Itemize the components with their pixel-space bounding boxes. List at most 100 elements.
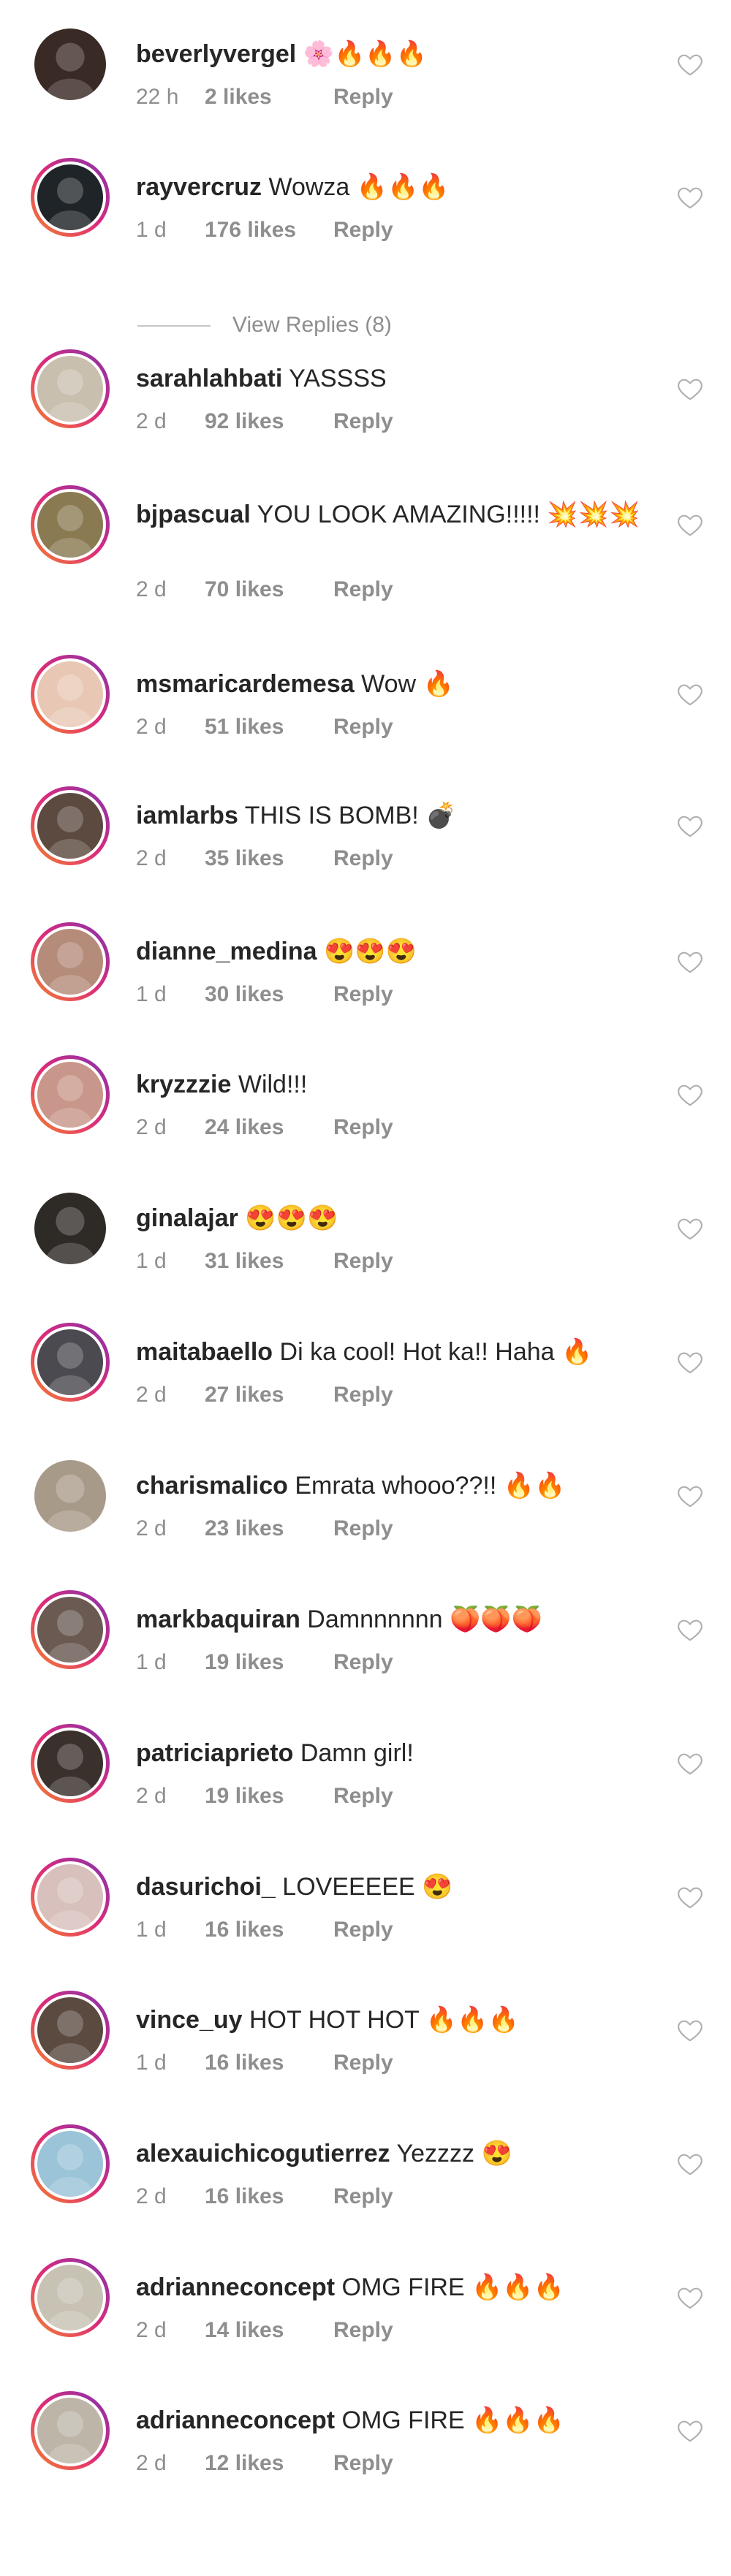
comment-likes[interactable]: 16 likes xyxy=(205,2184,333,2209)
comment-likes[interactable]: 31 likes xyxy=(205,1249,333,1274)
reply-button[interactable]: Reply xyxy=(333,982,393,1007)
comment-username[interactable]: beverlyvergel xyxy=(136,40,296,68)
reply-button[interactable]: Reply xyxy=(333,1516,393,1541)
comment-row: patriciaprieto Damn girl! 2 d 19 likes Repl… xyxy=(0,1706,731,1839)
comment-likes[interactable]: 14 likes xyxy=(205,2318,333,2343)
avatar[interactable] xyxy=(31,1590,110,1669)
heart-outline-icon[interactable] xyxy=(675,947,705,976)
comment-likes[interactable]: 51 likes xyxy=(205,715,333,740)
heart-outline-icon[interactable] xyxy=(675,2015,705,2045)
heart-outline-icon[interactable] xyxy=(675,1882,705,1912)
comment-username[interactable]: adrianneconcept xyxy=(136,2406,335,2434)
reply-button[interactable]: Reply xyxy=(333,1918,393,1942)
avatar[interactable] xyxy=(31,349,110,428)
comment-likes[interactable]: 16 likes xyxy=(205,2051,333,2075)
comment-likes[interactable]: 70 likes xyxy=(205,577,333,602)
comment-likes[interactable]: 12 likes xyxy=(205,2451,333,2476)
comment-username[interactable]: adrianneconcept xyxy=(136,2273,335,2301)
heart-outline-icon[interactable] xyxy=(675,2416,705,2445)
reply-button[interactable]: Reply xyxy=(333,1115,393,1140)
comment-likes[interactable]: 176 likes xyxy=(205,218,333,243)
avatar[interactable] xyxy=(31,1456,110,1535)
reply-button[interactable]: Reply xyxy=(333,85,393,110)
comment-username[interactable]: bjpascual xyxy=(136,501,251,528)
comment-likes[interactable]: 24 likes xyxy=(205,1115,333,1140)
heart-outline-icon[interactable] xyxy=(675,680,705,709)
heart-outline-icon[interactable] xyxy=(675,2283,705,2312)
reply-button[interactable]: Reply xyxy=(333,2451,393,2476)
comment-meta: 2 d 24 likes Reply xyxy=(136,1115,393,1140)
comment-username[interactable]: rayvercruz xyxy=(136,173,262,201)
comment-body: charismalico Emrata whooo??!! 🔥🔥 xyxy=(136,1468,648,1503)
comment-timestamp: 2 d xyxy=(136,1115,167,1139)
comment-username[interactable]: alexauichicogutierrez xyxy=(136,2140,390,2167)
avatar[interactable] xyxy=(31,922,110,1001)
comment-username[interactable]: patriciaprieto xyxy=(136,1739,293,1767)
avatar[interactable] xyxy=(31,1858,110,1937)
comment-likes[interactable]: 23 likes xyxy=(205,1516,333,1541)
comment-likes[interactable]: 35 likes xyxy=(205,846,333,871)
heart-outline-icon[interactable] xyxy=(675,1080,705,1109)
comment-meta: 2 d 23 likes Reply xyxy=(136,1516,393,1541)
reply-button[interactable]: Reply xyxy=(333,1249,393,1274)
comment-username[interactable]: ginalajar xyxy=(136,1204,238,1232)
comment-likes[interactable]: 92 likes xyxy=(205,409,333,434)
comment-likes[interactable]: 2 likes xyxy=(205,85,333,110)
reply-button[interactable]: Reply xyxy=(333,409,393,434)
reply-button[interactable]: Reply xyxy=(333,577,393,602)
comment-username[interactable]: iamlarbs xyxy=(136,802,238,829)
heart-outline-icon[interactable] xyxy=(675,50,705,79)
heart-outline-icon[interactable] xyxy=(675,183,705,212)
avatar[interactable] xyxy=(31,2258,110,2337)
comment-username[interactable]: kryzzzie xyxy=(136,1071,231,1098)
comment-row: beverlyvergel 🌸🔥🔥🔥 22 h 2 likes Reply xyxy=(0,7,731,140)
reply-button[interactable]: Reply xyxy=(333,218,393,243)
comment-username[interactable]: markbaquiran xyxy=(136,1606,300,1633)
avatar[interactable] xyxy=(31,2124,110,2203)
comment-emoji: 💣 xyxy=(418,802,457,829)
reply-button[interactable]: Reply xyxy=(333,715,393,740)
avatar[interactable] xyxy=(31,485,110,564)
reply-button[interactable]: Reply xyxy=(333,1383,393,1407)
comment-username[interactable]: maitabaello xyxy=(136,1338,273,1366)
comment-row: ginalajar 😍😍😍 1 d 31 likes Reply xyxy=(0,1171,731,1304)
heart-outline-icon[interactable] xyxy=(675,811,705,840)
heart-outline-icon[interactable] xyxy=(675,1214,705,1243)
avatar[interactable] xyxy=(31,158,110,237)
comment-timestamp: 2 d xyxy=(136,1516,167,1540)
reply-button[interactable]: Reply xyxy=(333,846,393,871)
avatar[interactable] xyxy=(31,1323,110,1402)
heart-outline-icon[interactable] xyxy=(675,1749,705,1778)
reply-button[interactable]: Reply xyxy=(333,1650,393,1675)
comment-likes[interactable]: 30 likes xyxy=(205,982,333,1007)
avatar[interactable] xyxy=(31,655,110,734)
comment-username[interactable]: vince_uy xyxy=(136,2006,243,2034)
comment-username[interactable]: dasurichoi_ xyxy=(136,1873,276,1901)
reply-button[interactable]: Reply xyxy=(333,2051,393,2075)
heart-outline-icon[interactable] xyxy=(675,2149,705,2178)
avatar[interactable] xyxy=(31,2391,110,2470)
comment-likes[interactable]: 19 likes xyxy=(205,1784,333,1809)
avatar[interactable] xyxy=(31,786,110,865)
comment-timestamp: 2 d xyxy=(136,846,167,870)
heart-outline-icon[interactable] xyxy=(675,1348,705,1377)
comment-username[interactable]: charismalico xyxy=(136,1472,288,1500)
reply-button[interactable]: Reply xyxy=(333,1784,393,1809)
reply-button[interactable]: Reply xyxy=(333,2318,393,2343)
comment-likes[interactable]: 19 likes xyxy=(205,1650,333,1675)
reply-button[interactable]: Reply xyxy=(333,2184,393,2209)
avatar[interactable] xyxy=(31,1991,110,2070)
avatar[interactable] xyxy=(31,25,110,104)
heart-outline-icon[interactable] xyxy=(675,1615,705,1644)
comment-likes[interactable]: 16 likes xyxy=(205,1918,333,1942)
comment-username[interactable]: msmaricardemesa xyxy=(136,670,355,698)
heart-outline-icon[interactable] xyxy=(675,510,705,539)
comment-username[interactable]: sarahlahbati xyxy=(136,365,282,392)
avatar[interactable] xyxy=(31,1189,110,1268)
heart-outline-icon[interactable] xyxy=(675,1481,705,1511)
heart-outline-icon[interactable] xyxy=(675,374,705,403)
comment-username[interactable]: dianne_medina xyxy=(136,938,317,965)
avatar[interactable] xyxy=(31,1055,110,1134)
avatar[interactable] xyxy=(31,1724,110,1803)
comment-likes[interactable]: 27 likes xyxy=(205,1383,333,1407)
